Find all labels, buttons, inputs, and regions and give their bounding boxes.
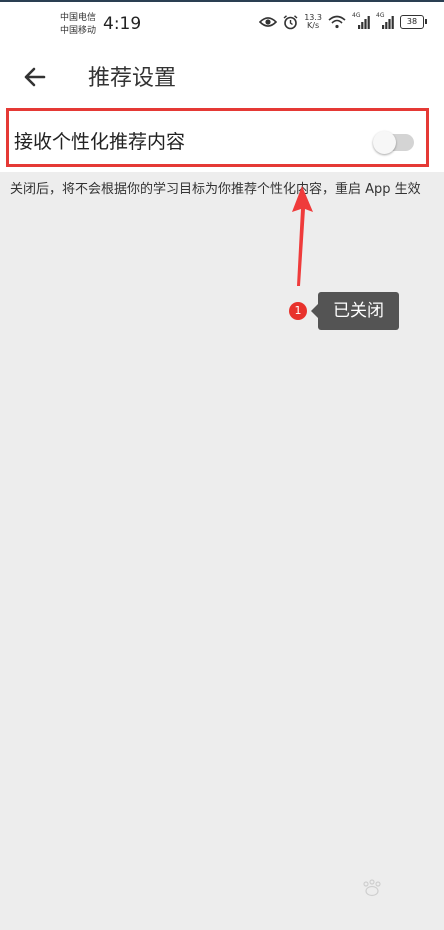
alarm-icon (283, 14, 298, 29)
baidu-jingyan-watermark (363, 879, 381, 897)
step-badge: 1 (289, 302, 307, 320)
wifi-icon (328, 15, 346, 29)
setting-description: 关闭后，将不会根据你的学习目标为你推荐个性化内容，重启 App 生效 (10, 182, 421, 197)
network-speed: 13.3 K/s (304, 14, 322, 30)
app-header: 推荐设置 (0, 46, 444, 106)
status-time: 4:19 (103, 14, 142, 34)
signal-icon (382, 16, 394, 29)
highlight-box (6, 108, 429, 167)
signal-2: 4G (376, 12, 394, 29)
carrier-2-label: 中国移动 (60, 26, 97, 36)
signal-icon (358, 16, 370, 29)
back-arrow-icon[interactable] (20, 62, 50, 92)
battery-level: 38 (406, 17, 418, 26)
speed-unit: K/s (307, 21, 320, 30)
status-bar: 中国电信 中国移动 4:19 13.3 K/s 4G 4G 38 (0, 2, 444, 46)
eye-icon (259, 17, 278, 27)
status-icons: 13.3 K/s 4G 4G 38 (259, 12, 427, 30)
annotation-arrow (292, 186, 313, 286)
page-title: 推荐设置 (88, 66, 177, 91)
carrier-info: 中国电信 中国移动 (60, 12, 96, 38)
carrier-1-label: 中国电信 (60, 13, 97, 23)
battery-icon: 38 (400, 15, 427, 29)
status-tooltip: 已关闭 (311, 292, 399, 330)
signal-1: 4G (352, 12, 370, 29)
